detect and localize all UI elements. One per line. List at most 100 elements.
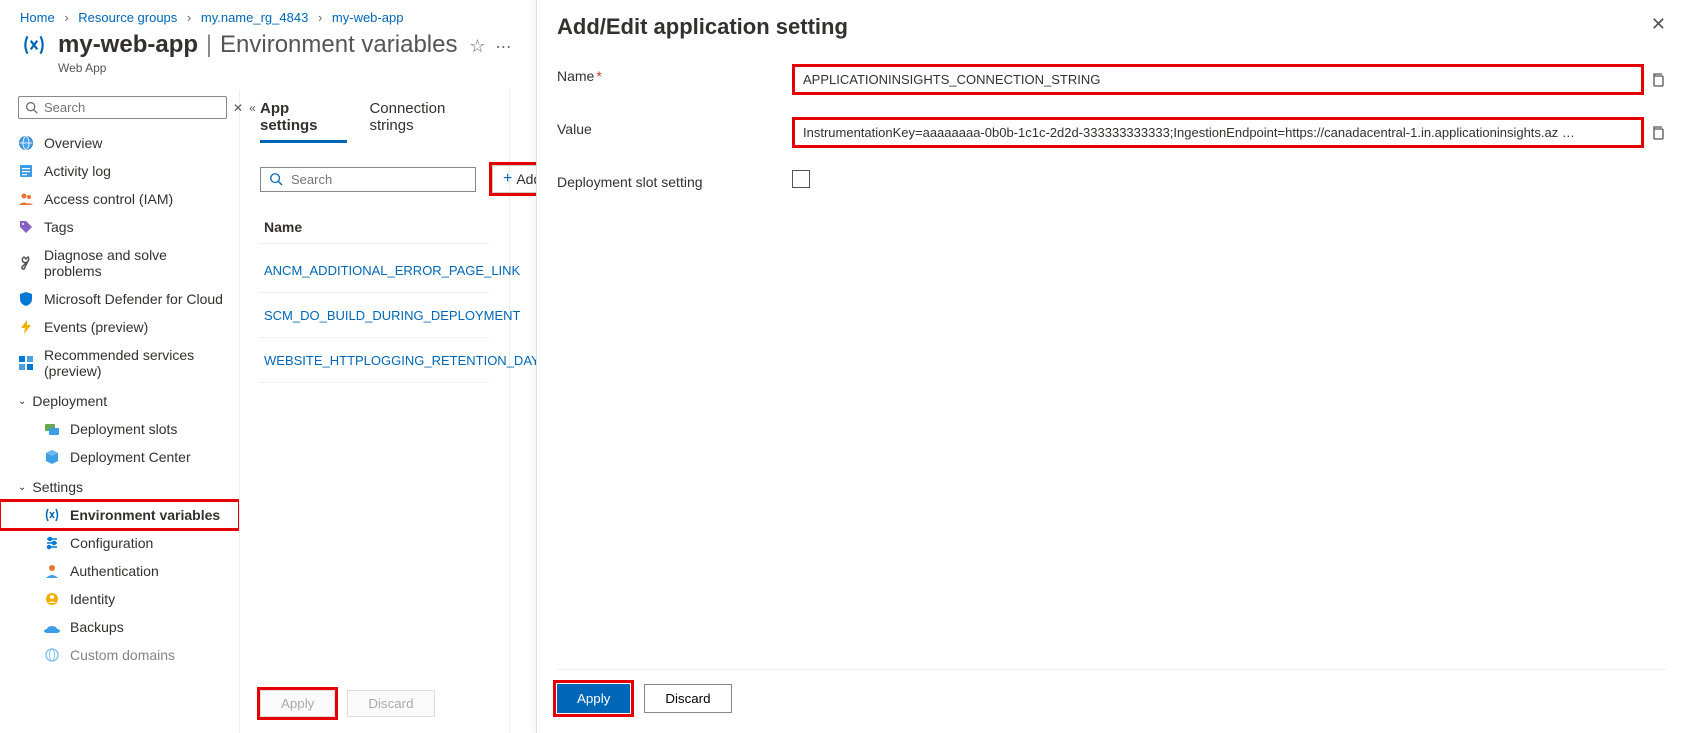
settings-filter-input[interactable] <box>291 172 467 187</box>
sidebar-item-label: Backups <box>70 619 124 635</box>
sidebar-item-label: Diagnose and solve problems <box>44 247 227 279</box>
sidebar-section-label: Deployment <box>32 393 107 409</box>
chevron-right-icon: › <box>318 10 322 25</box>
breadcrumb-link[interactable]: Home <box>20 10 55 25</box>
sidebar-item-tags[interactable]: Tags <box>0 213 239 241</box>
sidebar-section-deployment[interactable]: ⌄ Deployment <box>0 385 239 415</box>
panel-title: Add/Edit application setting <box>557 14 848 40</box>
panel-footer: Apply Discard <box>557 669 1666 733</box>
sidebar-item-label: Recommended services (preview) <box>44 347 227 379</box>
panel-discard-button[interactable]: Discard <box>644 684 731 713</box>
sidebar-item-env-vars[interactable]: Environment variables <box>0 501 239 529</box>
grid-icon <box>18 355 34 371</box>
backup-icon <box>44 619 60 635</box>
copy-icon[interactable] <box>1650 125 1666 141</box>
sidebar-item-label: Deployment slots <box>70 421 177 437</box>
main-apply-button[interactable]: Apply <box>260 690 335 717</box>
identity-icon <box>44 591 60 607</box>
setting-link[interactable]: SCM_DO_BUILD_DURING_DEPLOYMENT <box>264 308 520 323</box>
field-label-name: Name* <box>557 64 792 84</box>
sidebar-item-depcenter[interactable]: Deployment Center <box>0 443 239 471</box>
chevron-down-icon: ⌄ <box>18 482 26 493</box>
table-row[interactable]: SCM_DO_BUILD_DURING_DEPLOYMENT <box>260 293 489 338</box>
main-content: App settings Connection strings + Add Na… <box>240 90 510 733</box>
chevron-down-icon: ⌄ <box>18 396 26 407</box>
chevron-right-icon: › <box>187 10 191 25</box>
search-icon <box>25 101 38 114</box>
bolt-icon <box>18 319 34 335</box>
sidebar-item-defender[interactable]: Microsoft Defender for Cloud <box>0 285 239 313</box>
people-icon <box>18 191 34 207</box>
tabs: App settings Connection strings <box>260 100 489 143</box>
config-icon <box>44 535 60 551</box>
more-icon[interactable]: ⋯ <box>495 39 511 56</box>
sidebar-item-backups[interactable]: Backups <box>0 613 239 641</box>
sidebar-section-settings[interactable]: ⌄ Settings <box>0 471 239 501</box>
sidebar-item-label: Microsoft Defender for Cloud <box>44 291 223 307</box>
sidebar-item-label: Access control (IAM) <box>44 191 173 207</box>
sidebar-item-label: Deployment Center <box>70 449 191 465</box>
sidebar-item-label: Authentication <box>70 563 159 579</box>
sidebar-item-identity[interactable]: Identity <box>0 585 239 613</box>
env-icon <box>44 507 60 523</box>
shield-icon <box>18 291 34 307</box>
domain-icon <box>44 647 60 663</box>
favorite-icon[interactable]: ☆ <box>469 36 485 56</box>
sidebar-item-overview[interactable]: Overview <box>0 129 239 157</box>
slots-icon <box>44 421 60 437</box>
chevron-right-icon: › <box>64 10 68 25</box>
copy-icon[interactable] <box>1650 72 1666 88</box>
sidebar-item-iam[interactable]: Access control (IAM) <box>0 185 239 213</box>
sidebar-item-label: Activity log <box>44 163 111 179</box>
sidebar-section-label: Settings <box>32 479 83 495</box>
sidebar-item-config[interactable]: Configuration <box>0 529 239 557</box>
sidebar-item-label: Configuration <box>70 535 153 551</box>
close-icon[interactable]: ✕ <box>1651 14 1666 35</box>
sidebar-item-label: Tags <box>44 219 74 235</box>
slot-checkbox[interactable] <box>792 170 810 188</box>
globe-icon <box>18 135 34 151</box>
setting-link[interactable]: WEBSITE_HTTPLOGGING_RETENTION_DAYS <box>264 353 548 368</box>
sidebar-nav: Overview Activity log Access control (IA… <box>0 129 239 733</box>
table-row[interactable]: ANCM_ADDITIONAL_ERROR_PAGE_LINK <box>260 248 489 293</box>
edit-panel: Add/Edit application setting ✕ Name* APP… <box>536 0 1686 733</box>
wrench-icon <box>18 255 34 271</box>
sidebar-item-auth[interactable]: Authentication <box>0 557 239 585</box>
search-icon <box>269 172 283 186</box>
sidebar-item-label: Identity <box>70 591 115 607</box>
sidebar-search-input[interactable] <box>44 100 220 115</box>
tab-conn-strings[interactable]: Connection strings <box>369 100 489 143</box>
sidebar-item-activity-log[interactable]: Activity log <box>0 157 239 185</box>
sidebar-item-events[interactable]: Events (preview) <box>0 313 239 341</box>
tag-icon <box>18 219 34 235</box>
field-label-value: Value <box>557 117 792 137</box>
breadcrumb-link[interactable]: Resource groups <box>78 10 177 25</box>
panel-apply-button[interactable]: Apply <box>557 684 630 713</box>
tab-app-settings[interactable]: App settings <box>260 100 347 143</box>
log-icon <box>18 163 34 179</box>
main-footer: Apply Discard <box>260 690 435 717</box>
page-title: my-web-app <box>58 31 198 58</box>
setting-link[interactable]: ANCM_ADDITIONAL_ERROR_PAGE_LINK <box>264 263 520 278</box>
field-label-slot: Deployment slot setting <box>557 170 792 190</box>
sidebar: ✕ « Overview Activity log Access control… <box>0 90 240 733</box>
table-row[interactable]: WEBSITE_HTTPLOGGING_RETENTION_DAYS <box>260 338 489 383</box>
breadcrumb-link[interactable]: my.name_rg_4843 <box>201 10 308 25</box>
sidebar-item-label: Events (preview) <box>44 319 148 335</box>
sidebar-item-domains[interactable]: Custom domains <box>0 641 239 669</box>
sidebar-item-recommended[interactable]: Recommended services (preview) <box>0 341 239 385</box>
variables-icon <box>20 31 48 59</box>
plus-icon: + <box>503 170 512 188</box>
name-input[interactable]: APPLICATIONINSIGHTS_CONNECTION_STRING <box>792 64 1644 95</box>
table-header-name: Name <box>260 211 489 244</box>
value-input[interactable]: InstrumentationKey=aaaaaaaa-0b0b-1c1c-2d… <box>792 117 1644 148</box>
sidebar-item-diagnose[interactable]: Diagnose and solve problems <box>0 241 239 285</box>
breadcrumb-link[interactable]: my-web-app <box>332 10 404 25</box>
cube-icon <box>44 449 60 465</box>
sidebar-item-label: Custom domains <box>70 647 175 663</box>
sidebar-search[interactable] <box>18 96 227 119</box>
settings-filter[interactable] <box>260 167 476 192</box>
sidebar-item-label: Overview <box>44 135 102 151</box>
sidebar-item-slots[interactable]: Deployment slots <box>0 415 239 443</box>
main-discard-button[interactable]: Discard <box>347 690 434 717</box>
